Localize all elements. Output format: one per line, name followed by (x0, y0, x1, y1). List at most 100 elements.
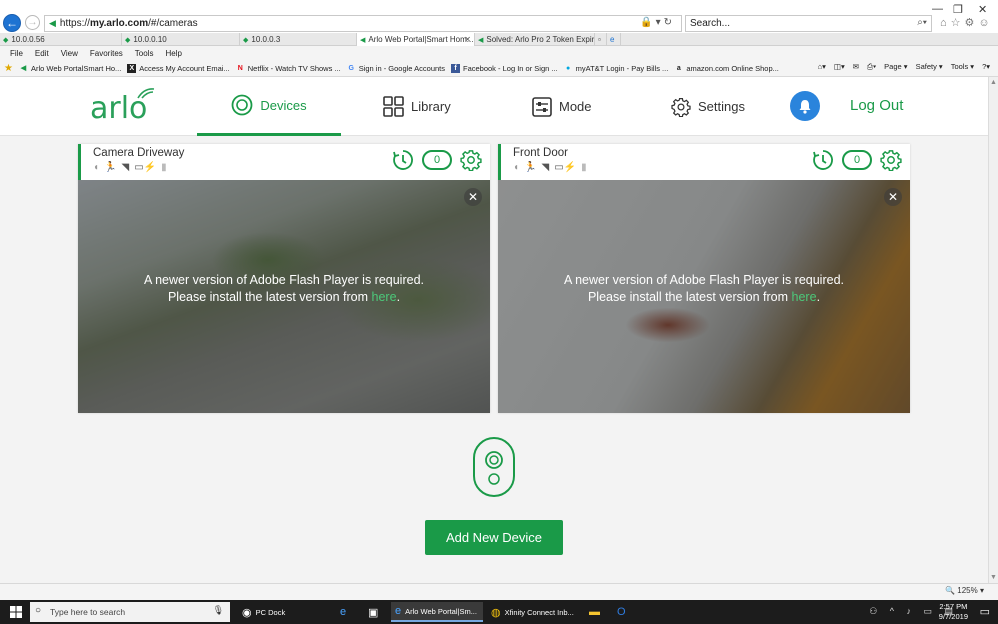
flash-required-message: A newer version of Adobe Flash Player is… (563, 273, 844, 304)
microphone-icon[interactable]: 🎙 (213, 605, 224, 616)
recording-history-icon[interactable] (812, 149, 834, 171)
att-fav-icon: ● (566, 64, 571, 72)
home-favorites-settings-icons[interactable]: ⌂☆⚙☺ (940, 16, 994, 29)
taskbar-pc-dock[interactable]: ◉ PC Dock (238, 602, 326, 622)
search-icon[interactable]: ⌕▾ (917, 17, 927, 28)
outlook-icon: O (617, 606, 626, 618)
menu-file[interactable]: File (10, 49, 23, 58)
notifications-button[interactable] (790, 91, 820, 121)
menu-edit[interactable]: Edit (35, 49, 49, 58)
add-new-device-button[interactable]: Add New Device (425, 520, 563, 555)
audio-detection-icon: ◖ (513, 162, 520, 173)
menu-view[interactable]: View (61, 49, 78, 58)
camera-device-icon: ▮ (581, 162, 587, 173)
taskbar-file-explorer[interactable]: ▬ (585, 602, 605, 622)
safety-menu[interactable]: Safety ▾ (916, 62, 943, 72)
camera-feed[interactable]: A newer version of Adobe Flash Player is… (78, 180, 490, 413)
search-circle-icon: ○ (35, 605, 42, 616)
feeds-icon[interactable]: ◫▾ (834, 62, 845, 72)
camera-settings-gear-icon[interactable] (460, 149, 482, 171)
camera-card-driveway: Camera Driveway ◖ 🏃 ◥ ▭⚡ ▮ 0 A newer ver… (78, 144, 490, 413)
camera-name: Camera Driveway (93, 147, 185, 159)
close-tab-icon[interactable]: ✕ (464, 35, 471, 44)
favorite-google[interactable]: G Sign in - Google Accounts (347, 64, 445, 73)
menu-bar: File Edit View Favorites Tools Help (0, 46, 998, 60)
print-icon[interactable]: ⎙▾ (867, 62, 876, 72)
favorites-star-icon[interactable]: ★ (4, 63, 13, 74)
address-bar[interactable]: ◀ https://my.arlo.com/#/cameras 🔒▾↻ (44, 15, 682, 32)
nav-devices[interactable]: Devices (197, 77, 341, 136)
camera-card-front-door: Front Door ◖ 🏃 ◥ ▭⚡ ▮ 0 A newer version … (498, 144, 910, 413)
action-center-icon[interactable]: ▭ (980, 605, 990, 618)
windows-start-icon[interactable] (10, 606, 22, 618)
page-icon: ◆ (125, 36, 131, 44)
mode-sliders-icon (532, 96, 552, 117)
mail-icon[interactable]: ✉ (853, 62, 859, 72)
library-grid-icon (383, 96, 404, 117)
home-icon[interactable]: ⌂▾ (818, 62, 826, 72)
forward-button[interactable]: → (25, 15, 40, 30)
minimize-icon[interactable]: — (932, 3, 943, 15)
favorite-arlo[interactable]: ◀ Arlo Web PortalSmart Ho... (19, 64, 122, 73)
menu-tools[interactable]: Tools (135, 49, 154, 58)
logout-link[interactable]: Log Out (850, 97, 903, 114)
page-menu[interactable]: Page ▾ (884, 62, 907, 72)
camera-name: Front Door (513, 147, 568, 159)
chrome-icon: ◍ (491, 606, 501, 619)
camera-feed[interactable]: A newer version of Adobe Flash Player is… (498, 180, 910, 413)
wifi-signal-icon: ◥ (121, 162, 130, 173)
browser-search-input[interactable]: Search... ⌕▾ (685, 15, 932, 32)
taskbar-ie-arlo[interactable]: e Arlo Web Portal|Sm... (391, 602, 483, 622)
page-scrollbar[interactable]: ▲ ▼ (988, 77, 998, 583)
zoom-level[interactable]: 🔍 125% ▾ (945, 586, 984, 595)
tab-2[interactable]: ◆ 10.0.0.10 (122, 33, 240, 46)
tab-3[interactable]: ◆ 10.0.0.3 (240, 33, 357, 46)
flash-install-link[interactable]: here (372, 290, 397, 304)
restore-icon[interactable]: ❐ (953, 3, 963, 16)
url-prefix: https:// (59, 18, 90, 29)
favorite-amazon[interactable]: a amazon.com Online Shop... (674, 64, 779, 73)
menu-favorites[interactable]: Favorites (90, 49, 123, 58)
tab-arlo[interactable]: ◀ Arlo Web Portal|Smart Hom... ✕ (357, 33, 475, 46)
camera-lens-icon (485, 451, 503, 485)
url-path: /#/cameras (148, 18, 198, 29)
arlo-fav-icon: ◀ (478, 36, 484, 44)
recording-history-icon[interactable] (392, 149, 414, 171)
favorite-facebook[interactable]: f Facebook - Log In or Sign ... (451, 63, 558, 73)
recordings-count-badge[interactable]: 0 (422, 150, 452, 170)
taskbar-chrome-xfinity[interactable]: ◍ Xfinity Connect Inb... (487, 602, 579, 622)
new-tab-button[interactable]: ▫ (595, 33, 607, 46)
close-feed-icon[interactable]: ✕ (464, 188, 482, 206)
favorite-att[interactable]: ● myAT&T Login - Pay Bills ... (564, 64, 668, 73)
nav-library[interactable]: Library (383, 77, 451, 136)
scroll-up-icon[interactable]: ▲ (990, 79, 997, 86)
close-feed-icon[interactable]: ✕ (884, 188, 902, 206)
arlo-fav-icon: ◀ (49, 18, 56, 28)
tools-menu[interactable]: Tools ▾ (951, 62, 974, 72)
nav-mode[interactable]: Mode (532, 77, 592, 136)
taskbar-app-store[interactable]: ▣ (364, 602, 386, 622)
camera-settings-gear-icon[interactable] (880, 149, 902, 171)
favorite-access-account[interactable]: X Access My Account Emai... (127, 63, 230, 73)
flash-required-message: A newer version of Adobe Flash Player is… (143, 273, 424, 304)
flash-install-link[interactable]: here (792, 290, 817, 304)
favorite-netflix[interactable]: N Netflix - Watch TV Shows ... (236, 64, 341, 73)
nav-settings[interactable]: Settings (671, 77, 745, 136)
tab-1[interactable]: ◆ 10.0.0.56 (0, 33, 122, 46)
scroll-down-icon[interactable]: ▼ (990, 574, 997, 581)
taskbar-search-input[interactable]: ○ Type here to search 🎙 (30, 602, 230, 622)
back-button[interactable]: ← (3, 14, 21, 32)
close-window-icon[interactable]: ✕ (978, 3, 987, 16)
bell-icon (799, 99, 811, 114)
tab-5[interactable]: ◀ Solved: Arlo Pro 2 Token Expire... (475, 33, 595, 46)
lock-refresh-icons[interactable]: 🔒▾↻ (640, 17, 675, 28)
help-icon[interactable]: ?▾ (982, 62, 990, 72)
ie-tab-icon[interactable]: e (607, 33, 621, 46)
taskbar-clock[interactable]: 2:57 PM 9/7/2019 (939, 602, 968, 622)
taskbar-outlook[interactable]: O (613, 602, 633, 622)
x-fav-icon: X (127, 63, 137, 73)
taskbar-edge[interactable]: e (336, 602, 356, 622)
recordings-count-badge[interactable]: 0 (842, 150, 872, 170)
menu-help[interactable]: Help (165, 49, 181, 58)
wifi-signal-icon: ◥ (541, 162, 550, 173)
